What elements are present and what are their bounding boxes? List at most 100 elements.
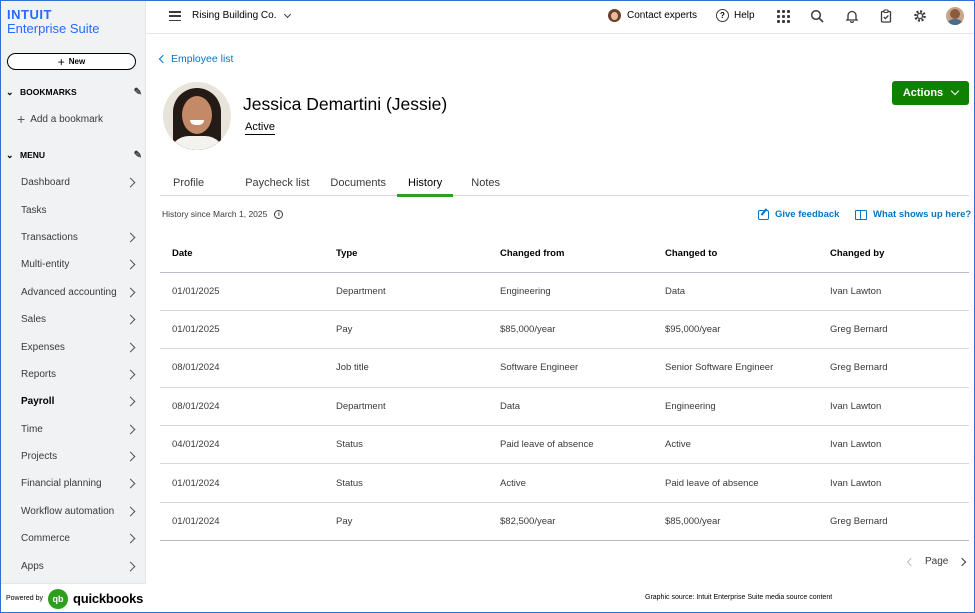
table-cell: Pay <box>324 502 488 542</box>
sidebar-item-tasks[interactable]: Tasks <box>0 196 146 223</box>
tab-paycheck-list[interactable]: Paycheck list <box>245 170 309 196</box>
sidebar-item-label: Commerce <box>21 533 70 545</box>
search-icon[interactable] <box>810 9 824 23</box>
sidebar-item-multi-entity[interactable]: Multi-entity <box>0 251 146 278</box>
history-table: Date Type Changed from Changed to Changed by… <box>160 235 969 542</box>
sidebar: INTUIT Enterprise Suite + New ⌄ BOOKMARK… <box>0 0 146 613</box>
sidebar-item-label: Reports <box>21 368 57 380</box>
tasks-clipboard-icon[interactable] <box>879 9 893 23</box>
settings-gear-icon[interactable] <box>913 9 927 23</box>
chevron-right-icon <box>125 314 136 325</box>
chevron-left-icon <box>158 54 168 64</box>
add-bookmark-button[interactable]: + Add a bookmark <box>17 112 103 126</box>
column-header-changed-by: Changed by <box>818 235 969 273</box>
give-feedback-link[interactable]: Give feedback <box>758 209 839 220</box>
sidebar-item-label: Advanced accounting <box>21 286 117 298</box>
book-icon <box>855 209 867 220</box>
chevron-right-icon <box>125 232 136 243</box>
sidebar-item-transactions[interactable]: Transactions <box>0 224 146 251</box>
next-page-icon[interactable] <box>958 557 967 566</box>
hamburger-menu-icon[interactable] <box>169 11 181 21</box>
company-switcher[interactable]: Rising Building Co. <box>192 10 291 21</box>
chevron-right-icon <box>125 561 136 572</box>
tab-history[interactable]: History <box>397 170 454 197</box>
sidebar-item-advanced-accounting[interactable]: Advanced accounting <box>0 279 146 306</box>
new-button-label: New <box>68 57 86 66</box>
what-shows-up-link[interactable]: What shows up here? <box>855 209 971 220</box>
info-icon[interactable]: i <box>274 209 284 219</box>
table-row: 08/01/2024 Department Data Engineering Ivan … <box>160 387 969 427</box>
table-cell: Data <box>488 387 653 427</box>
menu-label: MENU <box>20 150 46 160</box>
quickbooks-wordmark: quickbooks <box>72 591 144 606</box>
what-shows-up-label: What shows up here? <box>873 209 972 220</box>
tab-notes[interactable]: Notes <box>471 170 500 196</box>
table-row: 01/01/2024 Pay $82,500/year $85,000/year Gre… <box>160 502 969 542</box>
graphic-source-credit: Graphic source: Intuit Enterprise Suite … <box>645 594 833 601</box>
table-cell: Paid leave of absence <box>653 463 818 503</box>
chevron-right-icon <box>125 369 136 380</box>
apps-grid-icon[interactable] <box>776 9 790 23</box>
sidebar-item-dashboard[interactable]: Dashboard <box>0 169 146 196</box>
notifications-bell-icon[interactable] <box>845 9 859 23</box>
chevron-down-icon: ⌄ <box>6 149 14 160</box>
company-name: Rising Building Co. <box>192 10 277 21</box>
sidebar-item-financial-planning[interactable]: Financial planning <box>0 470 146 497</box>
powered-by-label: Powered by <box>6 595 43 602</box>
table-cell: $85,000/year <box>488 310 653 350</box>
previous-page-icon[interactable] <box>906 557 916 566</box>
page-label: Page <box>925 556 949 567</box>
chevron-right-icon <box>125 177 136 188</box>
chevron-down-icon <box>950 86 960 96</box>
table-cell: Greg Bernard <box>818 310 969 350</box>
sidebar-item-label: Multi-entity <box>21 259 70 271</box>
sidebar-item-label: Tasks <box>21 204 47 216</box>
table-cell: 01/01/2025 <box>160 310 324 350</box>
table-cell: Department <box>324 272 488 311</box>
top-bar: Rising Building Co. Contact experts ? He… <box>146 0 975 34</box>
edit-menu-icon[interactable]: ✎ <box>134 150 142 161</box>
help-label: Help <box>734 10 755 21</box>
tab-documents[interactable]: Documents <box>330 170 386 196</box>
menu-header[interactable]: ⌄ MENU ✎ <box>6 148 142 162</box>
sidebar-item-apps[interactable]: Apps <box>0 552 146 579</box>
powered-by-footer: Powered by qb quickbooks <box>0 583 146 613</box>
table-cell: Greg Bernard <box>818 502 969 542</box>
sidebar-item-time[interactable]: Time <box>0 416 146 443</box>
employee-photo <box>163 82 231 150</box>
table-cell: Greg Bernard <box>818 348 969 388</box>
chevron-right-icon <box>125 533 136 544</box>
sidebar-item-label: Transactions <box>21 231 78 243</box>
sidebar-item-label: Dashboard <box>21 177 70 189</box>
sidebar-item-expenses[interactable]: Expenses <box>0 333 146 360</box>
new-button[interactable]: + New <box>7 53 136 70</box>
tab-profile[interactable]: Profile <box>173 170 204 196</box>
contact-experts-button[interactable]: Contact experts <box>608 9 697 22</box>
table-cell: 08/01/2024 <box>160 348 324 388</box>
table-cell: $85,000/year <box>653 502 818 542</box>
sidebar-item-reports[interactable]: Reports <box>0 361 146 388</box>
table-cell: Status <box>324 463 488 503</box>
sidebar-item-sales[interactable]: Sales <box>0 306 146 333</box>
table-cell: Ivan Lawton <box>818 463 969 503</box>
help-button[interactable]: ? Help <box>716 9 755 22</box>
brand-logo[interactable]: INTUIT Enterprise Suite <box>7 8 100 37</box>
contact-experts-label: Contact experts <box>627 10 698 21</box>
table-row: 01/01/2024 Status Active Paid leave of abse… <box>160 463 969 503</box>
quickbooks-logo-icon: qb <box>47 588 68 609</box>
sidebar-item-payroll[interactable]: Payroll <box>0 388 146 415</box>
plus-icon: + <box>57 54 65 69</box>
sidebar-item-workflow-automation[interactable]: Workflow automation <box>0 498 146 525</box>
chevron-right-icon <box>125 259 136 270</box>
sidebar-item-commerce[interactable]: Commerce <box>0 525 146 552</box>
sidebar-item-projects[interactable]: Projects <box>0 443 146 470</box>
chevron-right-icon <box>125 451 136 462</box>
employee-status[interactable]: Active <box>245 120 275 135</box>
actions-button[interactable]: Actions <box>892 81 969 105</box>
back-to-employee-list-link[interactable]: Employee list <box>158 53 233 65</box>
table-cell: $95,000/year <box>653 310 818 350</box>
sidebar-item-label: Sales <box>21 314 47 326</box>
edit-bookmarks-icon[interactable]: ✎ <box>134 87 142 98</box>
user-avatar[interactable] <box>946 7 964 25</box>
bookmarks-header[interactable]: ⌄ BOOKMARKS ✎ <box>6 85 142 99</box>
